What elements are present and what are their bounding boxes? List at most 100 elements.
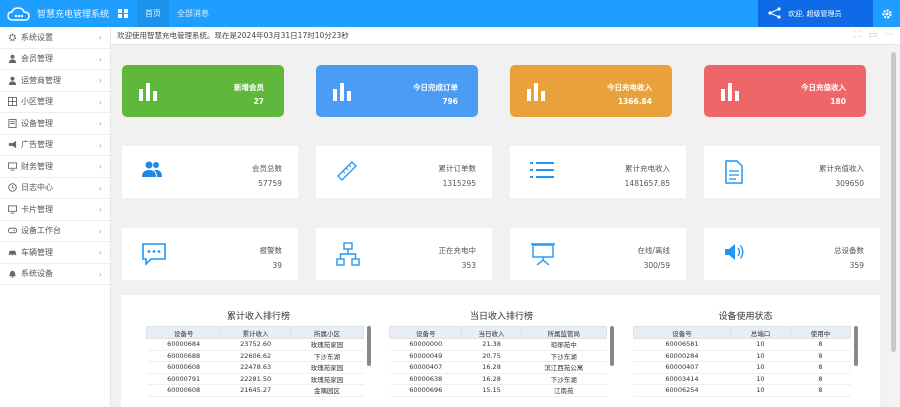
column-header[interactable]: 设备号 [388,326,463,339]
stat-card[interactable]: 总设备数 359 [704,228,880,280]
table-row[interactable]: 60000049 20.75 下沙东湖 [389,350,607,362]
column-header[interactable]: 设备号 [633,326,731,339]
table-cell: 玫瑰苑家园 [290,338,364,351]
stat-title: 总设备数 [834,246,864,255]
stat-card-colored[interactable]: 今日充电收入 1366.84 [510,65,672,117]
table-row[interactable]: 60000608 22478.63 玫瑰苑家园 [146,361,364,374]
ranking-panel: 累计收入排行榜 设备号 累计收入 所属小区 60000684 23752.60 玫瑰苑家园 6… [121,295,880,407]
table-cell: 8 [790,373,851,385]
table-row[interactable]: 60000000 21.38 琅琊苑中 [389,338,607,351]
sidebar-item[interactable]: 运营商管理 › [0,70,110,92]
sidebar-item[interactable]: 系统设备 › [0,264,110,285]
stat-card[interactable]: 会员总数 57759 [122,146,298,198]
stat-title: 累计订单数 [438,164,477,173]
sidebar-item[interactable]: 广告管理 › [0,135,110,156]
table-row[interactable]: 60000284 10 8 [633,350,851,362]
bell-icon [7,269,17,279]
tab-messages[interactable]: 全部消息 [169,0,217,27]
sidebar-item-label: 小区管理 [21,97,53,107]
table-cell: 下沙东湖 [521,373,607,385]
stat-card[interactable]: 在线/离线 300/59 [510,228,686,280]
users-icon [142,160,162,181]
clock-icon [7,183,17,193]
fullscreen-icon[interactable]: ⛶ [854,30,860,40]
sidebar-item-label: 广告管理 [21,140,53,150]
sidebar-item[interactable]: 卡片管理 › [0,199,110,221]
bar-chart-icon [720,81,740,104]
table-cell: 8 [790,361,851,374]
table-row[interactable]: 60003414 10 8 [633,373,851,385]
table-row[interactable]: 60000638 16.28 下沙东湖 [389,373,607,385]
table-cell: 琅琊苑中 [521,338,607,351]
table-row[interactable]: 60000407 16.28 滨江西苑公寓 [389,361,607,374]
sidebar-item[interactable]: 设备管理 › [0,113,110,135]
stat-value: 27 [253,97,264,106]
stat-title: 今日完成订单 [413,83,458,92]
sidebar-item-label: 系统设置 [21,32,53,42]
stat-card-colored[interactable]: 今日完成订单 796 [316,65,478,117]
column-header[interactable]: 当日收入 [461,326,522,339]
table-row[interactable]: 60000696 15.15 江南苑 [389,384,607,397]
table-cell: 玫瑰苑家园 [290,373,364,385]
stat-value: 1481657.85 [624,179,670,188]
stat-title: 正在充电中 [438,246,477,255]
table-row[interactable]: 60000791 22281.50 玫瑰苑家园 [146,373,364,385]
table-row[interactable]: 60000407 10 8 [633,361,851,374]
sidebar-item[interactable]: 会员管理 › [0,49,110,70]
table-cell: 滨江西苑公寓 [521,361,607,374]
menu-toggle-icon[interactable] [117,8,129,20]
stat-card[interactable]: 累计订单数 1315295 [316,146,492,198]
settings-gear-icon[interactable] [873,0,900,27]
table-scrollbar[interactable] [854,326,858,366]
column-header[interactable]: 所属小区 [289,326,365,339]
tab-list-icon[interactable]: ▭ [868,30,877,40]
sidebar-item[interactable]: 日志中心 › [0,178,110,199]
stat-card-colored[interactable]: 新增会员 27 [122,65,284,117]
table-cell: 60000696 [389,384,462,397]
stat-card[interactable]: 累计充值收入 309650 [704,146,880,198]
welcome-bar: 欢迎使用智慧充电管理系统。现在是2024年03月31日17时10分23秒 ⛶ ▭… [111,27,900,45]
chevron-right-icon: › [98,226,102,236]
table-cell: 16.28 [461,373,522,385]
sidebar-item-label: 会员管理 [21,54,53,64]
stat-card[interactable]: 报警数 39 [122,228,298,280]
sidebar-item[interactable]: 车辆管理 › [0,242,110,264]
more-icon[interactable]: ⋯ [885,30,894,40]
tab-home[interactable]: 首页 [137,0,169,27]
stat-value: 353 [461,261,476,270]
stat-card[interactable]: 累计充电收入 1481657.85 [510,146,686,198]
speaker-icon [724,242,746,265]
table-cell: 21.38 [461,338,522,351]
stat-card-colored[interactable]: 今日充值收入 180 [704,65,866,117]
table-row[interactable]: 60000608 21645.27 金隅园区 [146,384,364,397]
table-cell: 江南苑 [521,384,607,397]
table-cell: 60003414 [633,373,731,385]
table-row[interactable]: 60000688 22606.62 下沙东湖 [146,350,364,362]
column-header[interactable]: 总端口 [729,326,791,339]
sidebar-item[interactable]: 小区管理 › [0,92,110,113]
table-cell: 60000407 [389,361,462,374]
table-scrollbar[interactable] [610,326,614,366]
ranking-table-block: 设备使用状态 设备号 总端口 使用中 60006581 10 8 60000284 10 8 600… [633,309,858,397]
column-header[interactable]: 所属监管局 [520,326,608,339]
stat-card[interactable]: 正在充电中 353 [316,228,492,280]
sidebar-item[interactable]: 设备工作台 › [0,221,110,242]
table-row[interactable]: 60006254 10 8 [633,384,851,397]
user-menu[interactable]: 欢迎, 超级管理员 [758,0,873,27]
table-row[interactable]: 60006581 10 8 [633,338,851,351]
column-header[interactable]: 使用中 [789,326,852,339]
table-scrollbar[interactable] [367,326,371,366]
table-row[interactable]: 60000684 23752.60 玫瑰苑家园 [146,338,364,351]
table-cell: 10 [730,384,791,397]
scrollbar-thumb[interactable] [891,52,896,352]
sidebar-item[interactable]: 财务管理 › [0,156,110,178]
table-cell: 23752.60 [220,338,291,351]
sidebar-item[interactable]: 系统设置 › [0,27,110,49]
network-icon [336,242,360,269]
column-header[interactable]: 累计收入 [220,326,291,339]
column-header[interactable]: 设备号 [145,326,222,339]
table-cell: 10 [730,361,791,374]
stat-value: 1366.84 [617,97,652,106]
top-bar: 智慧充电管理系统 首页 全部消息 欢迎, 超级管理员 [0,0,900,27]
table-cell: 60006254 [633,384,731,397]
